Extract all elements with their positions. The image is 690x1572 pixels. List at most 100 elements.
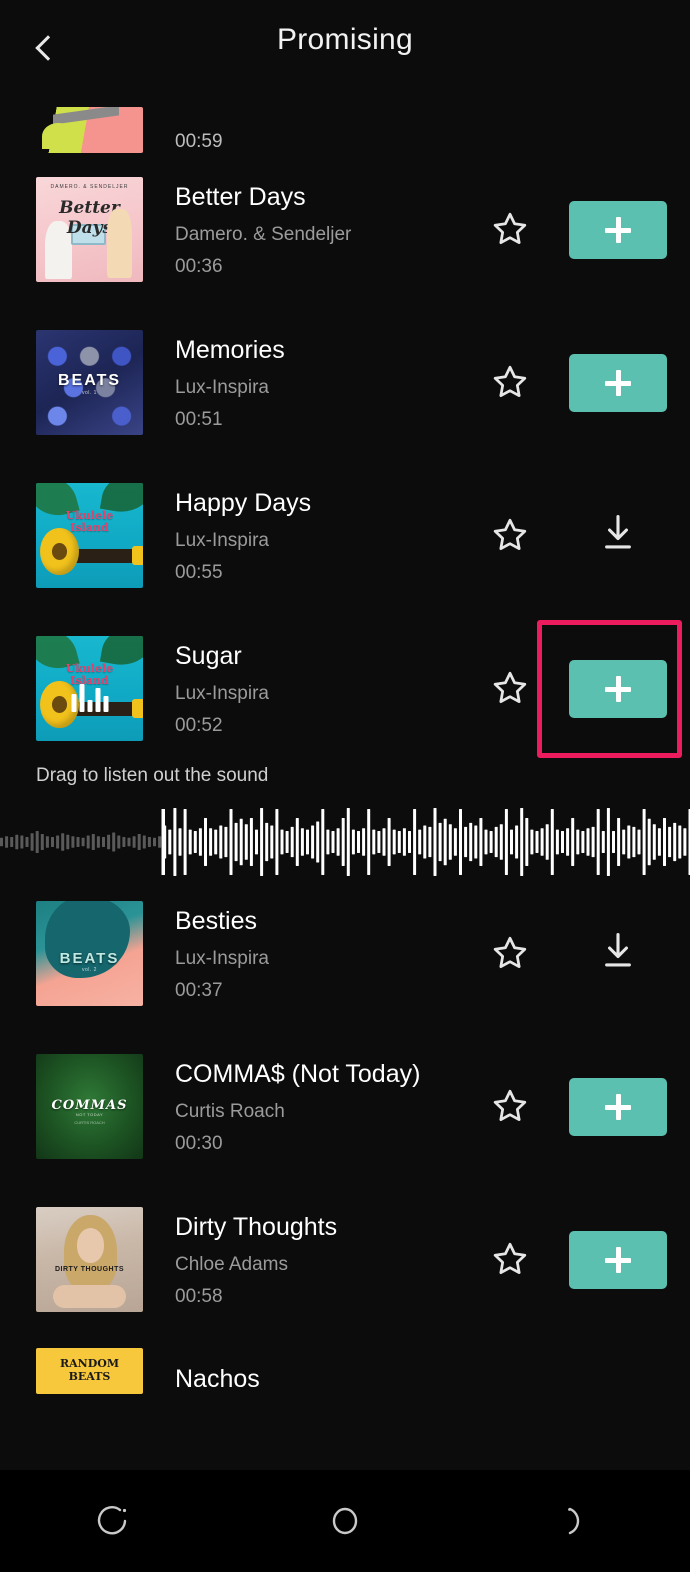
track-meta: Dirty Thoughts Chloe Adams 00:58	[143, 1212, 475, 1308]
art-shape	[74, 549, 137, 563]
art-title: BEATS	[59, 950, 120, 968]
favorite-button[interactable]	[475, 1085, 545, 1129]
art-caption: DAMERO. & SENDELJER	[50, 184, 129, 191]
track-title: Nachos	[175, 1365, 260, 1393]
track-row[interactable]: 00:59	[0, 95, 690, 153]
download-button[interactable]	[596, 929, 640, 978]
back-nav-button[interactable]	[540, 1486, 610, 1556]
art-shape	[53, 107, 120, 125]
track-title: Dirty Thoughts	[175, 1212, 338, 1241]
home-icon	[332, 1507, 358, 1535]
favorite-button[interactable]	[475, 514, 545, 558]
waveform-section[interactable]: Drag to listen out the sound	[0, 765, 690, 877]
album-art: RANDOM BEATS	[36, 1348, 143, 1394]
track-row[interactable]: RANDOM BEATS Nachos	[0, 1336, 690, 1394]
art-shape	[52, 695, 68, 713]
track-row[interactable]: BEATS vol. 1 Memories Lux-Inspira 00:51	[0, 306, 690, 459]
track-meta: Besties Lux-Inspira 00:37	[143, 906, 475, 1002]
track-row[interactable]: Ukulele Island Happy Days Lux-Inspira 00:55	[0, 459, 690, 612]
track-title: Sugar	[175, 641, 242, 670]
art-shape	[52, 542, 68, 560]
track-row[interactable]: DAMERO. & SENDELJER Better Days Better Day…	[0, 153, 690, 306]
star-icon	[493, 212, 527, 244]
favorite-button[interactable]	[475, 932, 545, 976]
track-action[interactable]	[545, 929, 690, 978]
track-artist: Lux-Inspira	[175, 682, 269, 704]
track-row[interactable]: DIRTY THOUGHTS Dirty Thoughts Chloe Adams 0…	[0, 1183, 690, 1336]
track-artist: Curtis Roach	[175, 1100, 285, 1122]
page-title: Promising	[276, 23, 414, 56]
track-meta: 00:59	[143, 131, 690, 153]
add-to-playlist-button[interactable]	[568, 353, 667, 412]
download-button[interactable]	[596, 511, 640, 560]
download-icon	[604, 932, 631, 967]
favorite-button[interactable]	[475, 361, 545, 405]
art-title: RANDOM BEATS	[59, 1357, 120, 1384]
star-icon	[493, 365, 527, 397]
art-title: Better Days	[59, 198, 120, 238]
waveform-scrubber[interactable]	[0, 807, 690, 877]
track-duration: 00:37	[175, 979, 223, 1001]
track-action[interactable]	[545, 511, 690, 560]
album-art: DIRTY THOUGHTS	[36, 1207, 143, 1312]
track-row[interactable]: Ukulele Island Sugar Lux-Inspira 00:52	[0, 612, 690, 765]
waveform-graphic	[0, 808, 690, 876]
plus-icon	[604, 216, 631, 243]
add-to-playlist-button[interactable]	[568, 659, 667, 718]
favorite-button[interactable]	[475, 667, 545, 711]
track-action[interactable]	[545, 1230, 690, 1289]
track-duration: 00:52	[175, 714, 223, 736]
recents-button[interactable]	[80, 1486, 150, 1556]
art-shape	[132, 699, 143, 718]
track-artist: Damero. & Sendeljer	[175, 223, 352, 245]
track-title: Better Days	[175, 182, 306, 211]
track-action[interactable]	[545, 353, 690, 412]
track-action[interactable]	[545, 200, 690, 259]
album-art: COMMAS NOT TODAY CURTIS ROACH	[36, 1054, 143, 1159]
star-icon	[493, 1089, 527, 1121]
track-meta: COMMA$ (Not Today) Curtis Roach 00:30	[143, 1059, 475, 1155]
add-to-playlist-button[interactable]	[568, 1230, 667, 1289]
album-art: DAMERO. & SENDELJER Better Days	[36, 177, 143, 282]
album-art: BEATS vol. 2	[36, 901, 143, 1006]
track-artist: Lux-Inspira	[175, 947, 269, 969]
track-list[interactable]: 00:59 DAMERO. & SENDELJER Better Days Bette…	[0, 95, 690, 1470]
track-meta: Sugar Lux-Inspira 00:52	[143, 641, 475, 737]
album-art: Ukulele Island	[36, 483, 143, 588]
back-icon	[568, 1507, 580, 1535]
art-caption: vol. 2	[82, 967, 97, 974]
track-title: COMMA$ (Not Today)	[175, 1059, 421, 1088]
track-meta: Happy Days Lux-Inspira 00:55	[143, 488, 475, 584]
art-caption: CURTIS ROACH	[74, 1120, 105, 1126]
track-duration: 00:36	[175, 255, 223, 277]
art-shape	[53, 1284, 126, 1308]
art-shape	[42, 122, 75, 150]
track-artist: Lux-Inspira	[175, 529, 269, 551]
album-art	[36, 107, 143, 153]
home-button[interactable]	[310, 1486, 380, 1556]
track-row[interactable]: BEATS vol. 2 Besties Lux-Inspira 00:37	[0, 877, 690, 1030]
favorite-button[interactable]	[475, 1238, 545, 1282]
track-artist: Lux-Inspira	[175, 376, 269, 398]
recents-icon	[97, 1506, 127, 1535]
download-icon	[604, 514, 631, 549]
track-duration: 00:51	[175, 408, 223, 430]
track-title: Besties	[175, 906, 257, 935]
art-caption: vol. 1	[82, 389, 97, 396]
track-action[interactable]	[537, 619, 690, 758]
art-title: BEATS	[57, 372, 122, 389]
waveform-hint: Drag to listen out the sound	[36, 765, 269, 786]
app-header: Promising	[0, 0, 690, 95]
add-to-playlist-button[interactable]	[568, 1077, 667, 1136]
track-action[interactable]	[545, 1077, 690, 1136]
plus-icon	[604, 1093, 631, 1120]
track-row[interactable]: COMMAS NOT TODAY CURTIS ROACH COMMA$ (Not T…	[0, 1030, 690, 1183]
album-art: BEATS vol. 1	[36, 330, 143, 435]
track-title: Memories	[175, 335, 285, 364]
favorite-button[interactable]	[475, 208, 545, 252]
track-duration: 00:30	[175, 1132, 223, 1154]
art-shape	[76, 1228, 105, 1263]
plus-icon	[604, 1246, 631, 1273]
android-nav-bar	[0, 1470, 690, 1572]
add-to-playlist-button[interactable]	[568, 200, 667, 259]
